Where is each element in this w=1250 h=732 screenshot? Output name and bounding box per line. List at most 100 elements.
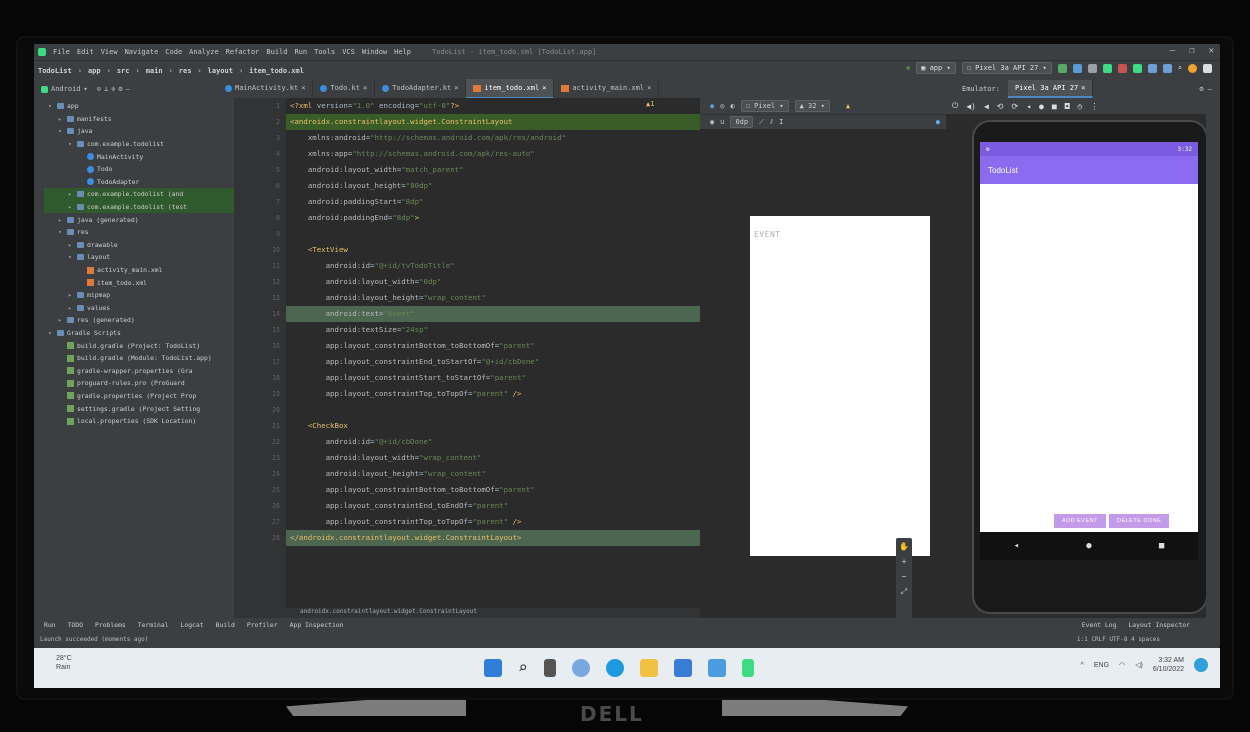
volume-icon[interactable]: ◁) <box>1135 661 1143 669</box>
code-line[interactable]: android:id="@+id/cbDone" <box>286 434 700 450</box>
blueprint-icon[interactable]: ◎ <box>720 102 724 110</box>
menu-item-file[interactable]: File <box>53 48 70 56</box>
code-line[interactable] <box>286 226 700 242</box>
volume-up-icon[interactable]: ◀) <box>966 102 976 111</box>
code-line[interactable]: <TextView <box>286 242 700 258</box>
code-line[interactable]: app:layout_constraintBottom_toBottomOf="… <box>286 338 700 354</box>
tree-node[interactable]: activity_main.xml <box>44 264 234 277</box>
breadcrumb-item[interactable]: res <box>179 67 192 75</box>
project-view-selector[interactable]: Android ▾ ⊙ ⊥ ≑ ⚙ — <box>34 80 218 98</box>
code-line[interactable]: app:layout_constraintTop_toTopOf="parent… <box>286 386 700 402</box>
tree-node[interactable]: ▸ values <box>44 302 234 315</box>
back-icon[interactable]: ◂ <box>1026 102 1031 111</box>
tree-node[interactable]: ▸ java (generated) <box>44 213 234 226</box>
bottom-tab-build[interactable]: Build <box>216 621 235 629</box>
tree-node[interactable]: gradle-wrapper.properties (Gra <box>44 364 234 377</box>
code-line[interactable]: app:layout_constraintBottom_toBottomOf="… <box>286 482 700 498</box>
close-tab-icon[interactable]: × <box>647 84 651 92</box>
close-tab-icon[interactable]: × <box>542 84 546 92</box>
volume-down-icon[interactable]: ◀ <box>984 102 989 111</box>
breadcrumb-item[interactable]: layout <box>208 67 233 75</box>
api-dropdown[interactable]: ▲ 32 ▾ <box>794 100 830 112</box>
collapse-icon[interactable]: ⊥ <box>104 85 108 93</box>
emulator-options-icon[interactable]: ⚙ — <box>1199 85 1212 93</box>
tab-todo-kt[interactable]: Todo.kt × <box>313 79 376 97</box>
code-line[interactable]: android:layout_height="wrap_content" <box>286 466 700 482</box>
menu-item-refactor[interactable]: Refactor <box>226 48 260 56</box>
delete-done-button[interactable]: DELETE DONE <box>1108 514 1170 528</box>
close-icon[interactable]: ✕ <box>1209 46 1214 56</box>
menu-item-tools[interactable]: Tools <box>314 48 335 56</box>
breadcrumb-item[interactable]: main <box>146 67 163 75</box>
weather-widget[interactable]: 28°C Rain <box>56 654 72 672</box>
gear-icon[interactable]: ⚙ <box>118 85 122 93</box>
cursor-position[interactable]: 1:1 CRLF UTF-8 4 spaces <box>1077 632 1160 648</box>
menu-item-help[interactable]: Help <box>394 48 411 56</box>
breadcrumb-item[interactable]: item_todo.xml <box>249 67 304 75</box>
code-line[interactable]: android:layout_width="wrap_content" <box>286 450 700 466</box>
tree-node[interactable]: ▸ manifests <box>44 113 234 126</box>
tree-node[interactable]: ▾ java <box>44 125 234 138</box>
menu-item-run[interactable]: Run <box>294 48 307 56</box>
tree-node[interactable]: build.gradle (Module: TodoList.app) <box>44 352 234 365</box>
code-line[interactable]: android:layout_height="wrap_content" <box>286 290 700 306</box>
nav-back-icon[interactable]: ◂ <box>1014 541 1019 551</box>
tray-chevron-icon[interactable]: ^ <box>1081 662 1084 669</box>
menu-item-edit[interactable]: Edit <box>77 48 94 56</box>
task-view-icon[interactable] <box>543 658 556 677</box>
zoom-out-icon[interactable]: − <box>902 572 907 581</box>
tree-node[interactable]: ▸ mipmap <box>44 289 234 302</box>
tree-node[interactable]: TodoAdapter <box>44 176 234 189</box>
add-event-button[interactable]: ADD EVENT <box>1054 514 1106 528</box>
code-line[interactable]: xmlns:app="http://schemas.android.com/ap… <box>286 146 700 162</box>
locate-icon[interactable]: ⊙ <box>97 85 101 93</box>
editor-breadcrumb[interactable]: androidx.constraintlayout.widget.Constra… <box>286 608 714 618</box>
stop-icon[interactable] <box>1117 63 1127 73</box>
settings-icon[interactable] <box>1203 63 1212 73</box>
update-icon[interactable] <box>1188 63 1197 73</box>
edge-icon[interactable] <box>605 658 624 677</box>
hammer-icon[interactable]: ⚒ <box>906 64 910 72</box>
tree-node[interactable]: ▾ res <box>44 226 234 239</box>
run-config-select[interactable]: ▣ app ▾ <box>916 62 956 74</box>
code-line[interactable]: app:layout_constraintEnd_toEndOf="parent… <box>286 498 700 514</box>
menu-item-window[interactable]: Window <box>362 48 387 56</box>
search-icon[interactable]: ⌕ <box>1178 64 1182 72</box>
chevron-down-icon[interactable]: ▾ <box>48 102 54 110</box>
warning-badge[interactable]: ▲1 <box>646 100 654 108</box>
zoom-in-icon[interactable]: + <box>902 557 907 566</box>
code-line[interactable]: app:layout_constraintTop_toTopOf="parent… <box>286 514 700 530</box>
tree-node[interactable]: ▸ com.example.todolist (test <box>44 200 234 214</box>
debug-icon[interactable] <box>1072 63 1082 73</box>
chevron-down-icon[interactable]: ▾ <box>58 228 64 236</box>
tree-node[interactable]: MainActivity <box>44 150 234 163</box>
wifi-icon[interactable]: ◠ <box>1119 661 1125 669</box>
rotate-right-icon[interactable]: ⟳ <box>1012 102 1019 111</box>
bottom-tab-event-log[interactable]: Event Log <box>1082 621 1117 629</box>
breadcrumb-item[interactable]: src <box>117 67 130 75</box>
view-options-icon[interactable]: ◉ <box>710 118 714 126</box>
tree-node[interactable]: ▾ com.example.todolist <box>44 138 234 151</box>
breadcrumb-item[interactable]: TodoList <box>38 67 72 75</box>
chevron-right-icon[interactable]: ▸ <box>68 304 74 312</box>
device-dropdown[interactable]: ☐ Pixel ▾ <box>740 100 789 112</box>
bottom-tab-problems[interactable]: Problems <box>95 621 126 629</box>
menu-item-code[interactable]: Code <box>165 48 182 56</box>
tab-item-todo-xml[interactable]: item_todo.xml × <box>466 79 555 99</box>
minimize-icon[interactable]: — <box>1170 46 1175 56</box>
home-icon[interactable]: ● <box>1039 102 1044 111</box>
mail-icon[interactable] <box>707 658 726 677</box>
apply-changes-icon[interactable] <box>1102 63 1112 73</box>
language-indicator[interactable]: ENG <box>1094 662 1109 669</box>
code-line[interactable]: app:layout_constraintEnd_toStartOf="@+id… <box>286 354 700 370</box>
bottom-tab-app-inspection[interactable]: App Inspection <box>290 621 344 629</box>
menu-item-vcs[interactable]: VCS <box>342 48 355 56</box>
tree-node[interactable]: build.gradle (Project: TodoList) <box>44 339 234 352</box>
magnet-icon[interactable]: ∪ <box>720 118 724 126</box>
code-line[interactable] <box>286 402 700 418</box>
power-icon[interactable]: ⏻ <box>952 101 958 111</box>
chevron-right-icon[interactable]: ▸ <box>68 203 74 211</box>
tree-node[interactable]: ▸ res (generated) <box>44 314 234 327</box>
nav-recents-icon[interactable]: ■ <box>1159 541 1164 551</box>
sync-gradle-icon[interactable] <box>1132 63 1142 73</box>
